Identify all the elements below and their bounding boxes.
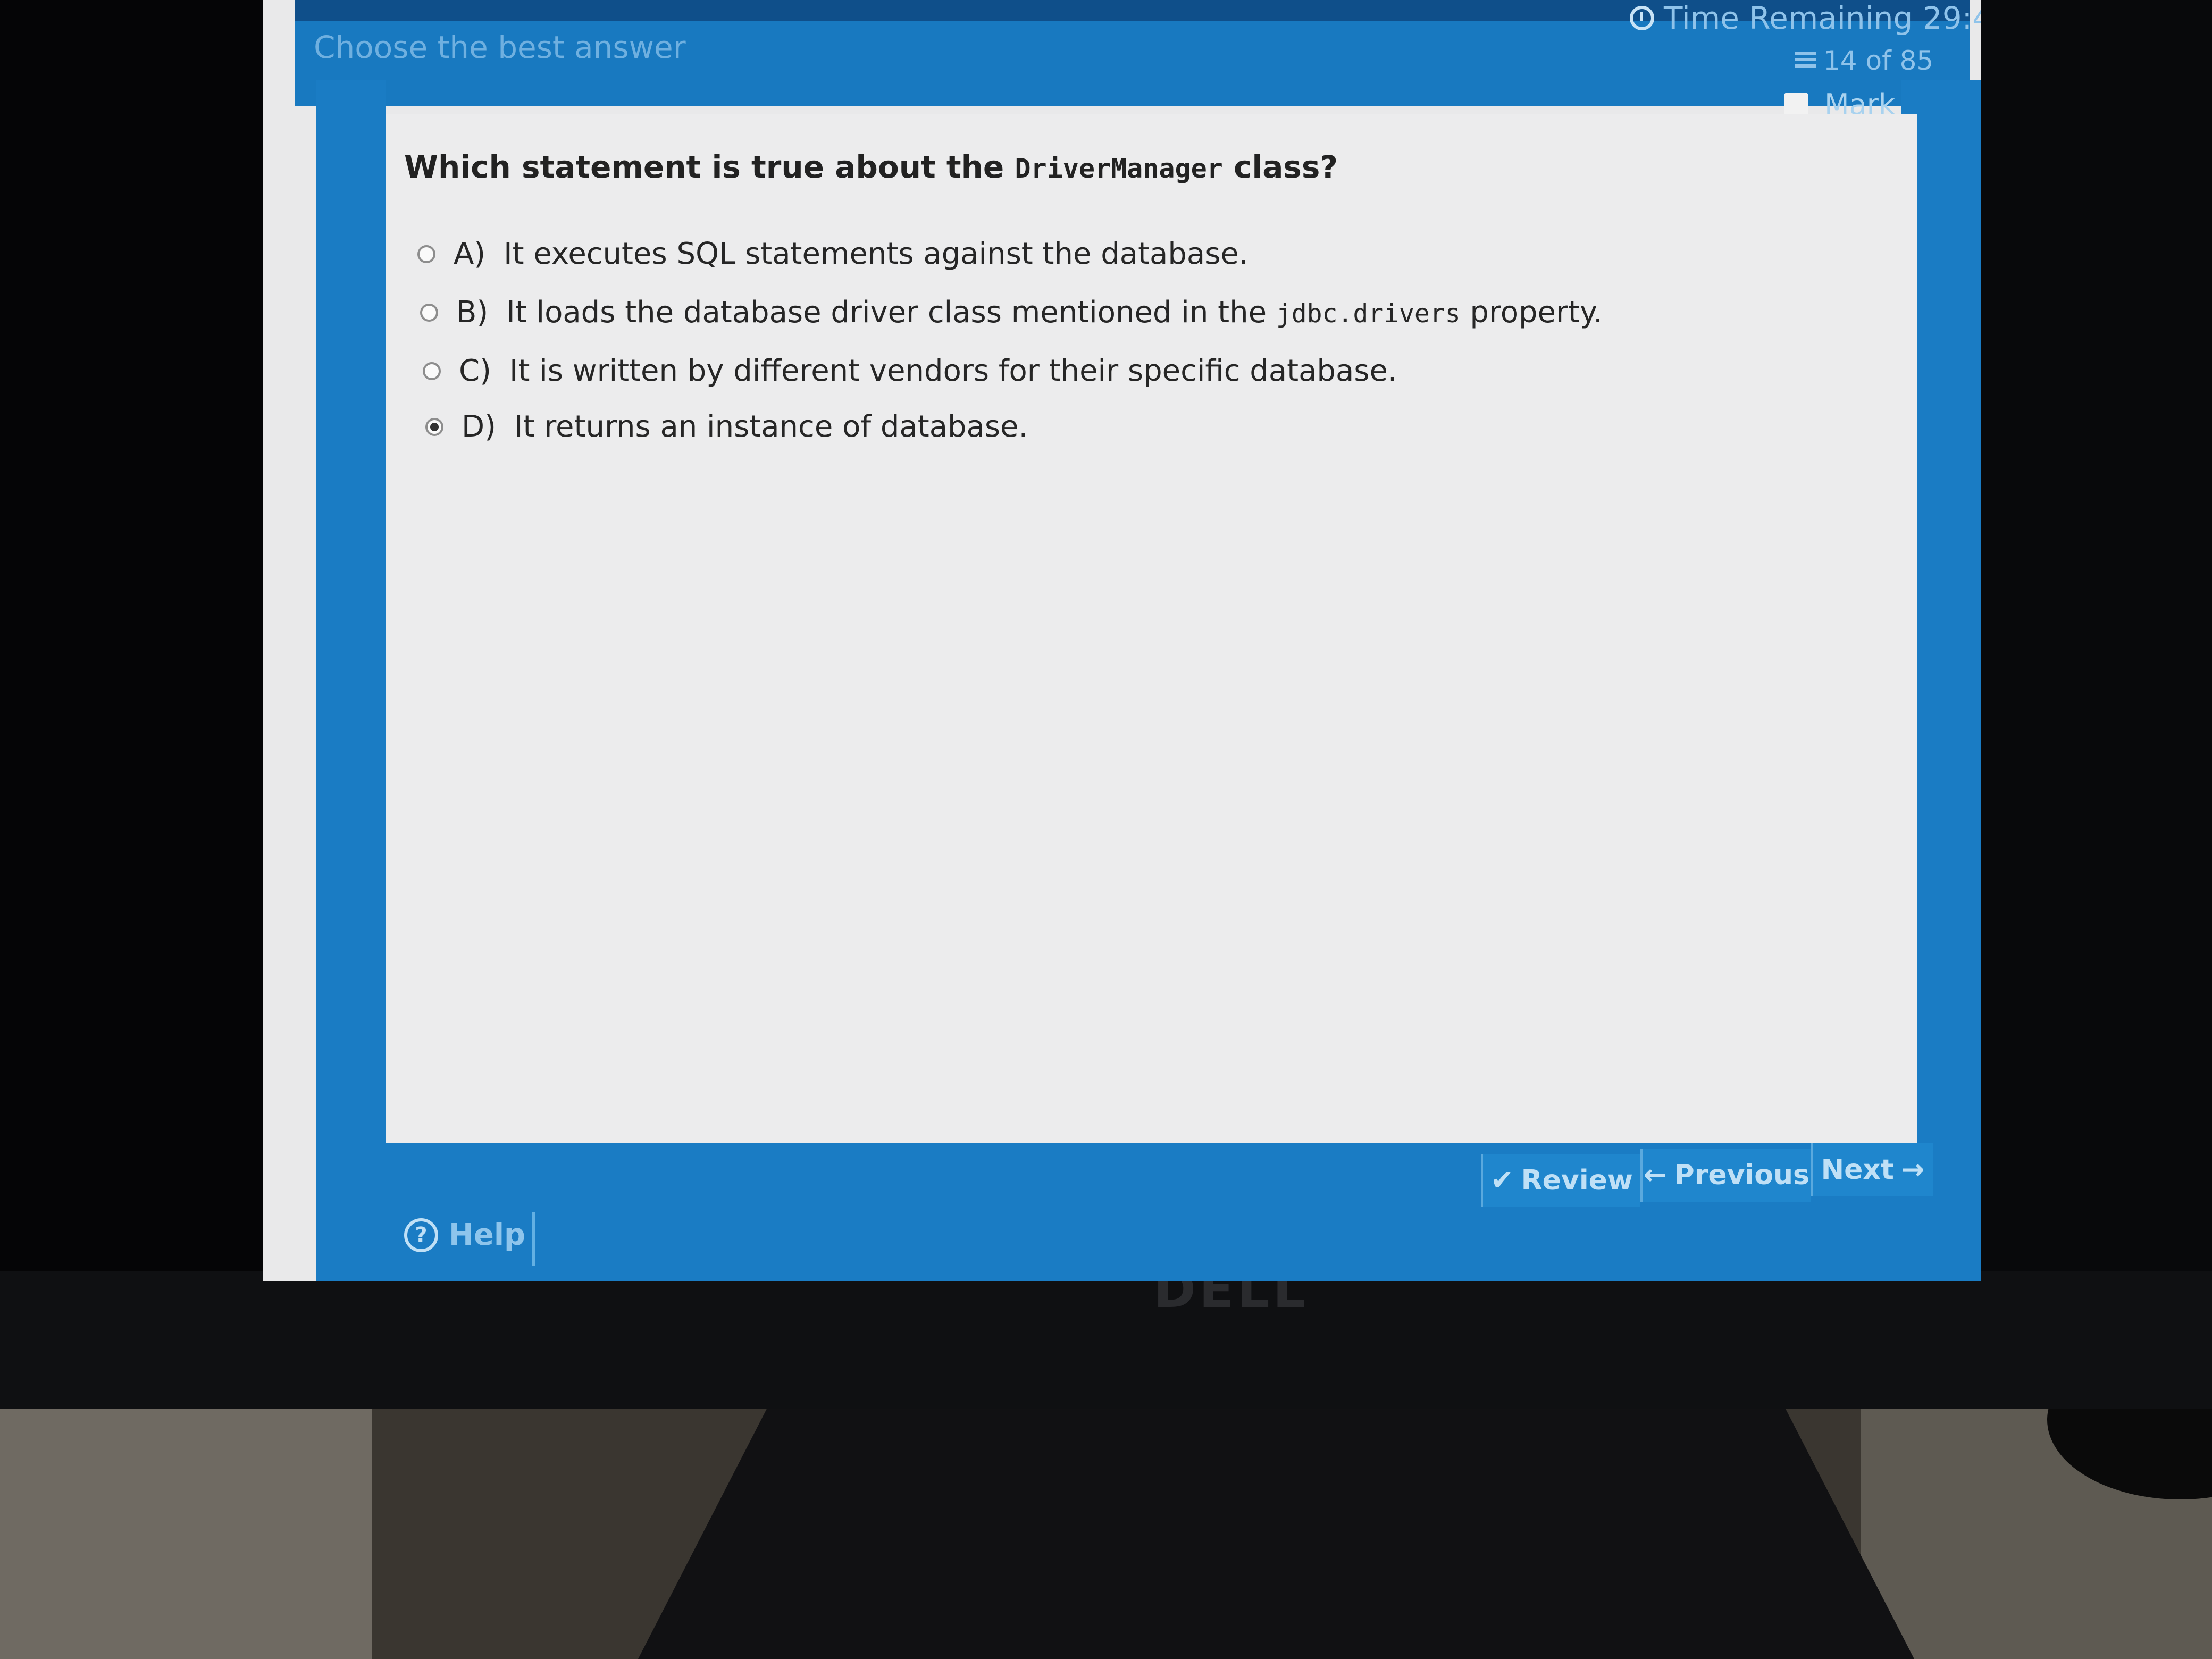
option-b-letter: B) [456, 295, 489, 330]
option-b-text-after: property. [1460, 295, 1603, 330]
photo-scene: DELL Choose the best answer Time Remaini… [0, 0, 2212, 1659]
option-d-radio[interactable] [425, 417, 443, 436]
left-rail [316, 80, 386, 1281]
option-a-radio[interactable] [417, 245, 435, 263]
option-d-letter: D) [462, 409, 496, 444]
option-c-radio[interactable] [423, 362, 441, 380]
option-a-letter: A) [454, 237, 486, 271]
question-code: DriverManager [1015, 153, 1223, 184]
monitor-bezel-right [1946, 0, 2212, 1329]
instruction-text: Choose the best answer [314, 29, 686, 65]
list-icon [1795, 52, 1816, 70]
time-remaining: Time Remaining 29:41 [1630, 0, 1981, 36]
mark-checkbox[interactable] [1784, 92, 1808, 117]
option-c[interactable]: C) It is written by different vendors fo… [423, 354, 1397, 388]
arrow-right-icon: → [1901, 1154, 1925, 1186]
question-progress: 14 of 85 [1795, 45, 1933, 76]
option-b-code: jdbc.drivers [1276, 299, 1461, 329]
option-b-radio[interactable] [420, 303, 438, 322]
review-button[interactable]: ✔ Review [1481, 1154, 1640, 1207]
review-label: Review [1521, 1164, 1633, 1196]
exam-screen: Choose the best answer Time Remaining 29… [263, 0, 1981, 1281]
next-label: Next [1821, 1154, 1894, 1186]
previous-button[interactable]: ← Previous [1640, 1149, 1811, 1202]
question-progress-text: 14 of 85 [1823, 45, 1934, 76]
option-c-letter: C) [459, 354, 491, 388]
question-suffix: class? [1222, 149, 1338, 185]
clock-icon [1630, 6, 1654, 30]
time-remaining-text: Time Remaining 29:41 [1664, 0, 1981, 36]
question-text: Which statement is true about the Driver… [404, 149, 1338, 185]
option-d[interactable]: D) It returns an instance of database. [425, 409, 1028, 444]
option-a[interactable]: A) It executes SQL statements against th… [417, 237, 1249, 271]
monitor-bezel-bottom [0, 1271, 2212, 1409]
next-button[interactable]: Next → [1811, 1143, 1933, 1196]
previous-label: Previous [1674, 1159, 1810, 1191]
help-divider [532, 1212, 535, 1266]
option-b-text-before: It loads the database driver class menti… [506, 295, 1276, 330]
help-button[interactable]: ? Help [404, 1218, 525, 1252]
option-b[interactable]: B) It loads the database driver class me… [420, 295, 1603, 330]
arrow-left-icon: ← [1643, 1159, 1667, 1191]
checkmark-icon: ✔ [1490, 1164, 1514, 1196]
question-panel [386, 114, 1917, 1167]
option-d-text: It returns an instance of database. [514, 409, 1028, 444]
desk-surface-left [0, 1382, 372, 1659]
question-circle-icon: ? [404, 1218, 438, 1252]
option-b-text: It loads the database driver class menti… [506, 295, 1603, 330]
help-label: Help [449, 1218, 526, 1252]
option-a-text: It executes SQL statements against the d… [504, 237, 1249, 271]
option-c-text: It is written by different vendors for t… [509, 354, 1397, 388]
question-prefix: Which statement is true about the [404, 149, 1015, 185]
